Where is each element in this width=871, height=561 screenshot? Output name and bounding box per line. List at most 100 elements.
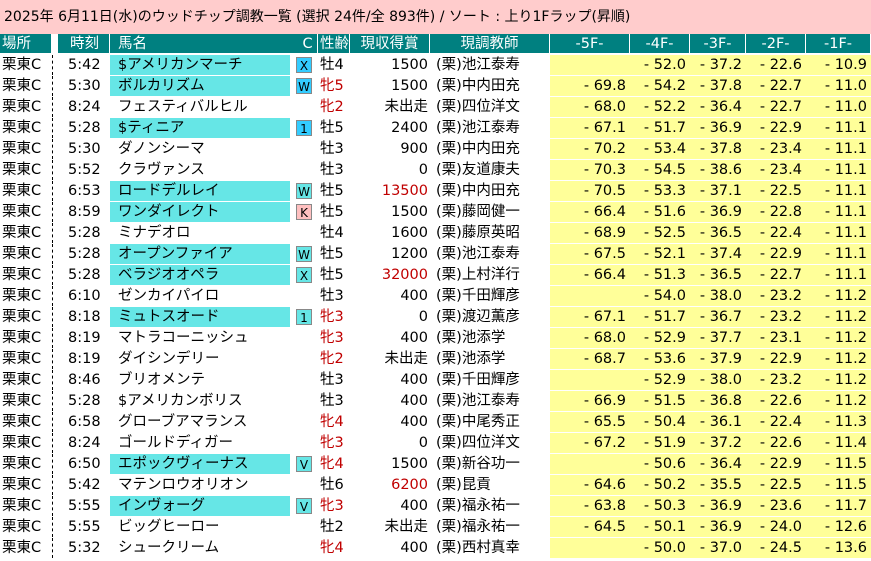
header-lap-2f[interactable]: -2F- xyxy=(746,34,806,54)
trainer-cell[interactable]: (栗)新谷功一 xyxy=(430,454,550,474)
table-row[interactable]: 栗東C 8:18 ミュトスオード 1 牝3 0 (栗)渡辺薫彦 - 67.1- 51.7- 3… xyxy=(0,307,871,328)
trainer-cell[interactable]: (栗)中内田充 xyxy=(430,76,550,96)
table-row[interactable]: 栗東C 5:28 $アメリカンボリス 牡3 400 (栗)池江泰寿 - 66.9- 51.5… xyxy=(0,391,871,412)
horse-name-link[interactable]: ゼンカイパイロ xyxy=(110,286,290,306)
table-row[interactable]: 栗東C 6:50 エポックヴィーナス V 牝4 1500 (栗)新谷功一 - 50.6- 36… xyxy=(0,454,871,475)
trainer-cell[interactable]: (栗)千田輝彦 xyxy=(430,370,550,390)
sex-age-cell: 牡6 xyxy=(318,475,350,495)
place-cell: 栗東C xyxy=(0,412,52,432)
table-row[interactable]: 栗東C 5:42 $アメリカンマーチ X 牡4 1500 (栗)池江泰寿 - 52.0- 37… xyxy=(0,55,871,76)
horse-cell: クラヴァンス xyxy=(110,160,318,180)
header-time[interactable]: 時刻 xyxy=(58,34,110,54)
header-horse[interactable]: 馬名 xyxy=(110,34,318,54)
time-cell: 5:55 xyxy=(58,496,110,516)
table-row[interactable]: 栗東C 5:28 $ティニア 1 牡5 2400 (栗)池江泰寿 - 67.1- 51.7- … xyxy=(0,118,871,139)
horse-name-link[interactable]: マトラコーニッシュ xyxy=(110,328,290,348)
table-row[interactable]: 栗東C 5:32 シュークリーム 牝4 400 (栗)西村真幸 - 50.0- 37.0- … xyxy=(0,538,871,559)
time-cell: 5:42 xyxy=(58,475,110,495)
table-row[interactable]: 栗東C 6:10 ゼンカイパイロ 牡3 400 (栗)千田輝彦 - 54.0- 38.0- … xyxy=(0,286,871,307)
table-row[interactable]: 栗東C 5:30 ダノンシーマ 牡3 900 (栗)中内田充 - 70.2- 53.4- 3… xyxy=(0,139,871,160)
table-row[interactable]: 栗東C 6:58 グローブアマランス 牝4 400 (栗)中尾秀正 - 65.5- 50.4… xyxy=(0,412,871,433)
trainer-cell[interactable]: (栗)池添学 xyxy=(430,349,550,369)
lap-1f-cell: - 11.1 xyxy=(806,160,871,180)
table-row[interactable]: 栗東C 5:55 ビッグヒーロー 牡2 未出走 (栗)福永祐一 - 64.5- 50.1- … xyxy=(0,517,871,538)
horse-name-link[interactable]: ビッグヒーロー xyxy=(110,517,290,537)
trainer-cell[interactable]: (栗)池江泰寿 xyxy=(430,391,550,411)
horse-name-link[interactable]: ボルカリズム xyxy=(110,76,290,96)
lap-3f-cell: - 38.0 xyxy=(690,370,746,390)
trainer-cell[interactable]: (栗)池江泰寿 xyxy=(430,55,550,75)
trainer-cell[interactable]: (栗)藤原英昭 xyxy=(430,223,550,243)
table-row[interactable]: 栗東C 5:52 クラヴァンス 牡3 0 (栗)友道康夫 - 70.3- 54.5- 38.… xyxy=(0,160,871,181)
horse-name-link[interactable]: ロードデルレイ xyxy=(110,181,290,201)
header-lap-3f[interactable]: -3F- xyxy=(690,34,746,54)
table-row[interactable]: 栗東C 5:28 ベラジオオペラ X 牡5 32000 (栗)上村洋行 - 66.4- 51.… xyxy=(0,265,871,286)
header-sex-age[interactable]: 性齢 xyxy=(318,34,350,54)
horse-name-link[interactable]: マテンロウオリオン xyxy=(110,475,290,495)
lap-4f-cell: - 51.5 xyxy=(630,391,690,411)
trainer-cell[interactable]: (栗)中内田充 xyxy=(430,139,550,159)
horse-name-link[interactable]: $アメリカンマーチ xyxy=(110,55,290,75)
header-place[interactable]: 場所 xyxy=(0,34,52,54)
table-row[interactable]: 栗東C 6:53 ロードデルレイ W 牡5 13500 (栗)中内田充 - 70.5- 53.… xyxy=(0,181,871,202)
lap-1f-cell: - 11.1 xyxy=(806,244,871,264)
table-row[interactable]: 栗東C 8:24 ゴールドディガー 牝3 0 (栗)四位洋文 - 67.2- 51.9- 3… xyxy=(0,433,871,454)
header-lap-4f[interactable]: -4F- xyxy=(630,34,690,54)
horse-name-link[interactable]: ワンダイレクト xyxy=(110,202,290,222)
horse-name-link[interactable]: オープンファイア xyxy=(110,244,290,264)
trainer-cell[interactable]: (栗)池添学 xyxy=(430,328,550,348)
horse-name-link[interactable]: インヴォーグ xyxy=(110,496,290,516)
lap-4f-cell: - 52.9 xyxy=(630,328,690,348)
lap-3f-cell: - 37.9 xyxy=(690,349,746,369)
horse-name-link[interactable]: フェスティバルヒル xyxy=(110,97,290,117)
table-row[interactable]: 栗東C 8:24 フェスティバルヒル 牝2 未出走 (栗)四位洋文 - 68.0- 52.2… xyxy=(0,97,871,118)
table-row[interactable]: 栗東C 8:46 ブリオメンテ 牡3 400 (栗)千田輝彦 - 52.9- 38.0- 2… xyxy=(0,370,871,391)
trainer-cell[interactable]: (栗)西村真幸 xyxy=(430,538,550,558)
header-lap-1f[interactable]: -1F- xyxy=(806,34,871,54)
horse-name-link[interactable]: ベラジオオペラ xyxy=(110,265,290,285)
table-row[interactable]: 栗東C 8:19 ダイシンデリー 牝2 未出走 (栗)池添学 - 68.7- 53.6- 3… xyxy=(0,349,871,370)
trainer-cell[interactable]: (栗)中尾秀正 xyxy=(430,412,550,432)
header-course[interactable]: C xyxy=(298,34,318,54)
table-row[interactable]: 栗東C 8:59 ワンダイレクト K 牡5 1500 (栗)藤岡健一 - 66.4- 51.6… xyxy=(0,202,871,223)
table-row[interactable]: 栗東C 5:42 マテンロウオリオン 牡6 6200 (栗)昆貢 - 64.6- 50.2-… xyxy=(0,475,871,496)
trainer-cell[interactable]: (栗)千田輝彦 xyxy=(430,286,550,306)
sex-age-cell: 牡5 xyxy=(318,181,350,201)
horse-name-link[interactable]: $ティニア xyxy=(110,118,290,138)
horse-name-link[interactable]: シュークリーム xyxy=(110,538,290,558)
table-row[interactable]: 栗東C 5:30 ボルカリズム W 牝5 1500 (栗)中内田充 - 69.8- 54.2-… xyxy=(0,76,871,97)
header-prize[interactable]: 現収得賞 xyxy=(350,34,430,54)
trainer-cell[interactable]: (栗)福永祐一 xyxy=(430,517,550,537)
trainer-cell[interactable]: (栗)上村洋行 xyxy=(430,265,550,285)
trainer-cell[interactable]: (栗)四位洋文 xyxy=(430,433,550,453)
header-trainer[interactable]: 現調教師 xyxy=(430,34,550,54)
trainer-cell[interactable]: (栗)池江泰寿 xyxy=(430,244,550,264)
horse-name-link[interactable]: ダノンシーマ xyxy=(110,139,290,159)
lap-2f-cell: - 22.4 xyxy=(746,412,806,432)
table-row[interactable]: 栗東C 5:28 オープンファイア W 牡5 1200 (栗)池江泰寿 - 67.5- 52.… xyxy=(0,244,871,265)
trainer-cell[interactable]: (栗)池江泰寿 xyxy=(430,118,550,138)
trainer-cell[interactable]: (栗)友道康夫 xyxy=(430,160,550,180)
horse-name-link[interactable]: エポックヴィーナス xyxy=(110,454,290,474)
horse-name-link[interactable]: ミナデオロ xyxy=(110,223,290,243)
trainer-cell[interactable]: (栗)中内田充 xyxy=(430,181,550,201)
header-lap-5f[interactable]: -5F- xyxy=(550,34,630,54)
table-row[interactable]: 栗東C 5:55 インヴォーグ V 牝3 400 (栗)福永祐一 - 63.8- 50.3- … xyxy=(0,496,871,517)
table-row[interactable]: 栗東C 8:19 マトラコーニッシュ 牝3 400 (栗)池添学 - 68.0- 52.9-… xyxy=(0,328,871,349)
horse-name-link[interactable]: グローブアマランス xyxy=(110,412,290,432)
trainer-cell[interactable]: (栗)四位洋文 xyxy=(430,97,550,117)
trainer-cell[interactable]: (栗)昆貢 xyxy=(430,475,550,495)
horse-name-link[interactable]: ゴールドディガー xyxy=(110,433,290,453)
lap-5f-cell: - 63.8 xyxy=(550,496,630,516)
table-row[interactable]: 栗東C 5:28 ミナデオロ 牡4 1600 (栗)藤原英昭 - 68.9- 52.5- 3… xyxy=(0,223,871,244)
trainer-cell[interactable]: (栗)藤岡健一 xyxy=(430,202,550,222)
horse-name-link[interactable]: ダイシンデリー xyxy=(110,349,290,369)
horse-name-link[interactable]: クラヴァンス xyxy=(110,160,290,180)
horse-name-link[interactable]: ミュトスオード xyxy=(110,307,290,327)
time-cell: 5:32 xyxy=(58,538,110,558)
trainer-cell[interactable]: (栗)福永祐一 xyxy=(430,496,550,516)
horse-name-link[interactable]: $アメリカンボリス xyxy=(110,391,290,411)
trainer-cell[interactable]: (栗)渡辺薫彦 xyxy=(430,307,550,327)
lap-4f-cell: - 53.4 xyxy=(630,139,690,159)
horse-name-link[interactable]: ブリオメンテ xyxy=(110,370,290,390)
